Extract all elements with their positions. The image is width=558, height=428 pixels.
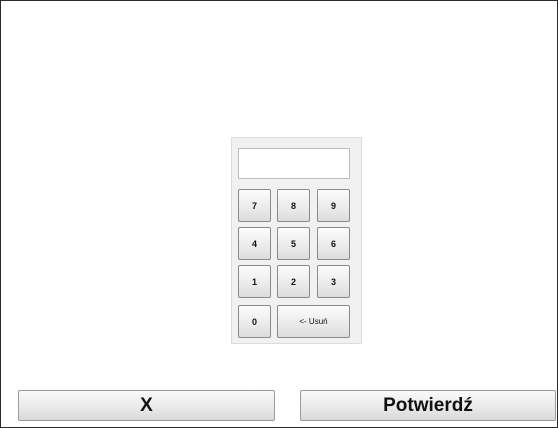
key-3-button[interactable]: 3 — [317, 265, 350, 298]
key-5-button[interactable]: 5 — [277, 227, 310, 260]
key-8-button[interactable]: 8 — [277, 189, 310, 222]
cancel-button[interactable]: X — [18, 390, 275, 421]
key-2-button[interactable]: 2 — [277, 265, 310, 298]
key-0-button[interactable]: 0 — [238, 305, 271, 338]
keypad-display-field[interactable] — [238, 148, 350, 179]
key-4-button[interactable]: 4 — [238, 227, 271, 260]
confirm-button[interactable]: Potwierdź — [300, 390, 556, 421]
key-7-button[interactable]: 7 — [238, 189, 271, 222]
numeric-keypad: 7 8 9 4 5 6 1 2 3 0 <- Usuń — [231, 137, 362, 344]
key-9-button[interactable]: 9 — [317, 189, 350, 222]
backspace-button[interactable]: <- Usuń — [277, 305, 350, 338]
key-1-button[interactable]: 1 — [238, 265, 271, 298]
dialog-window: 7 8 9 4 5 6 1 2 3 0 <- Usuń X Potwierdź — [0, 0, 558, 428]
key-6-button[interactable]: 6 — [317, 227, 350, 260]
